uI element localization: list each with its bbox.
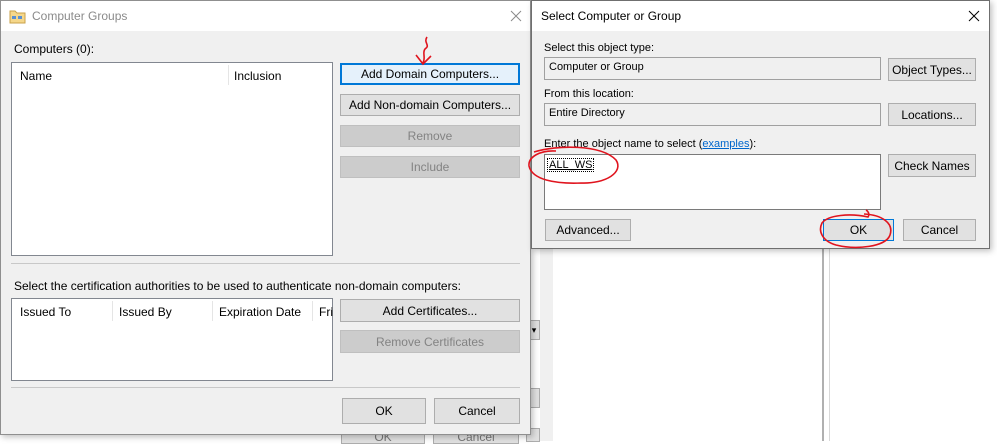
add-non-domain-computers-button[interactable]: Add Non-domain Computers...: [340, 94, 520, 116]
column-header-inclusion[interactable]: Inclusion: [234, 69, 281, 83]
object-name-input[interactable]: ALL_WS: [544, 154, 881, 210]
column-header-issued-by[interactable]: Issued By: [119, 305, 172, 319]
column-divider[interactable]: [228, 65, 229, 85]
certificates-list-header: Issued To Issued By Expiration Date Fri: [12, 299, 333, 323]
ca-label: Select the certification authorities to …: [14, 279, 461, 293]
computers-list[interactable]: Name Inclusion: [11, 62, 333, 256]
remove-certificates-button[interactable]: Remove Certificates: [340, 330, 520, 353]
background-divider: [540, 247, 553, 441]
check-names-button[interactable]: Check Names: [888, 154, 976, 177]
background-divider: [822, 247, 824, 441]
section-separator: [11, 263, 520, 264]
computer-groups-dialog: Computer Groups Computers (0): Name Incl…: [0, 0, 531, 435]
background-divider: [829, 247, 830, 441]
cancel-button[interactable]: Cancel: [903, 219, 976, 241]
close-icon[interactable]: [959, 1, 989, 31]
column-header-name[interactable]: Name: [20, 69, 52, 83]
column-divider[interactable]: [212, 301, 213, 321]
location-field: Entire Directory: [544, 103, 881, 126]
column-divider[interactable]: [312, 301, 313, 321]
add-domain-computers-button[interactable]: Add Domain Computers...: [340, 63, 520, 85]
column-header-issued-to[interactable]: Issued To: [20, 305, 71, 319]
column-divider[interactable]: [112, 301, 113, 321]
column-header-friendly-name[interactable]: Fri: [319, 305, 333, 319]
footer-separator: [11, 387, 520, 388]
column-header-expiration-date[interactable]: Expiration Date: [219, 305, 301, 319]
dialog-title: Computer Groups: [32, 9, 128, 23]
computers-list-header: Name Inclusion: [12, 63, 332, 87]
title-bar[interactable]: Select Computer or Group: [532, 1, 989, 31]
object-name-label: Enter the object name to select (example…: [544, 138, 756, 150]
examples-link[interactable]: examples: [702, 138, 749, 150]
advanced-button[interactable]: Advanced...: [545, 219, 631, 241]
remove-button[interactable]: Remove: [340, 125, 520, 147]
object-type-label: Select this object type:: [544, 42, 655, 54]
locations-button[interactable]: Locations...: [888, 103, 976, 126]
object-name-text: ALL_WS: [547, 158, 595, 172]
include-button[interactable]: Include: [340, 156, 520, 178]
dialog-title: Select Computer or Group: [541, 9, 682, 23]
ok-button[interactable]: OK: [342, 398, 426, 424]
certificates-list[interactable]: Issued To Issued By Expiration Date Fri: [11, 298, 333, 381]
computers-label: Computers (0):: [14, 42, 95, 56]
select-computer-or-group-dialog: Select Computer or Group Select this obj…: [531, 0, 990, 249]
add-certificates-button[interactable]: Add Certificates...: [340, 299, 520, 322]
object-name-label-suffix: ):: [749, 138, 757, 150]
object-type-field: Computer or Group: [544, 57, 881, 80]
cancel-button[interactable]: Cancel: [434, 398, 520, 424]
object-name-label-prefix: Enter the object name to select (: [544, 138, 703, 150]
location-label: From this location:: [544, 88, 634, 100]
close-icon[interactable]: [501, 1, 531, 31]
background-right-pane: [553, 247, 997, 441]
object-types-button[interactable]: Object Types...: [888, 58, 976, 81]
folder-icon: [9, 8, 26, 24]
ok-button[interactable]: OK: [823, 219, 894, 241]
title-bar[interactable]: Computer Groups: [1, 1, 530, 31]
